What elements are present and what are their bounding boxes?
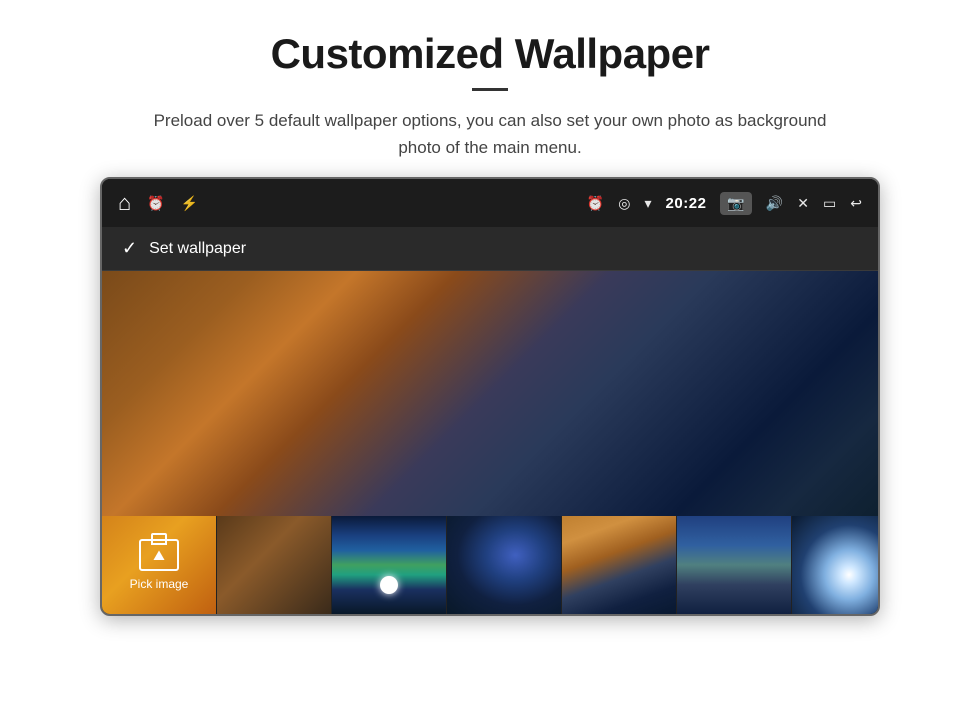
wallpaper-thumb-5[interactable] (562, 516, 677, 614)
home-icon[interactable]: ⌂ (118, 190, 131, 216)
page-subtitle: Preload over 5 default wallpaper options… (130, 107, 850, 161)
window-icon[interactable]: ▭ (823, 195, 836, 212)
thumbnail-strip: ⛰ Pick image (102, 516, 878, 614)
close-icon[interactable]: ✕ (797, 195, 809, 212)
camera-button[interactable]: 📷 (720, 192, 751, 215)
usb-icon: ⚡ (181, 195, 198, 212)
time-display: 20:22 (666, 195, 707, 212)
device-screen: ⌂ ⏰ ⚡ ⏰ ◎ ▾ 20:22 📷 🔊 ✕ ▭ ↩ ✓ Set wallpa… (100, 177, 880, 616)
wallpaper-toolbar: ✓ Set wallpaper (102, 227, 878, 271)
status-bar-right: ⏰ ◎ ▾ 20:22 📷 🔊 ✕ ▭ ↩ (587, 192, 862, 215)
wallpaper-thumb-7[interactable] (792, 516, 880, 614)
wallpaper-thumb-4[interactable] (447, 516, 562, 614)
pick-image-thumb[interactable]: ⛰ Pick image (102, 516, 217, 614)
set-wallpaper-label: Set wallpaper (149, 240, 246, 258)
wifi-icon: ▾ (645, 195, 652, 212)
status-bar: ⌂ ⏰ ⚡ ⏰ ◎ ▾ 20:22 📷 🔊 ✕ ▭ ↩ (102, 179, 878, 227)
back-icon[interactable]: ↩ (850, 195, 862, 212)
volume-icon[interactable]: 🔊 (766, 195, 783, 212)
pick-image-label: Pick image (130, 577, 189, 591)
header-section: Customized Wallpaper Preload over 5 defa… (0, 0, 980, 177)
title-divider (472, 88, 508, 91)
wallpaper-thumb-2[interactable] (217, 516, 332, 614)
page-title: Customized Wallpaper (60, 30, 920, 78)
image-mountain-icon: ⛰ (153, 548, 165, 562)
clock-icon: ⏰ (587, 195, 604, 212)
status-bar-left: ⌂ ⏰ ⚡ (118, 190, 198, 216)
aurora-overlay (332, 516, 446, 614)
wallpaper-thumb-6[interactable] (677, 516, 792, 614)
alarm-icon: ⏰ (147, 195, 164, 212)
wallpaper-thumb-3[interactable] (332, 516, 447, 614)
check-icon[interactable]: ✓ (122, 238, 137, 259)
location-icon: ◎ (618, 195, 630, 212)
pick-image-icon: ⛰ (139, 539, 179, 571)
wallpaper-preview (102, 271, 878, 516)
